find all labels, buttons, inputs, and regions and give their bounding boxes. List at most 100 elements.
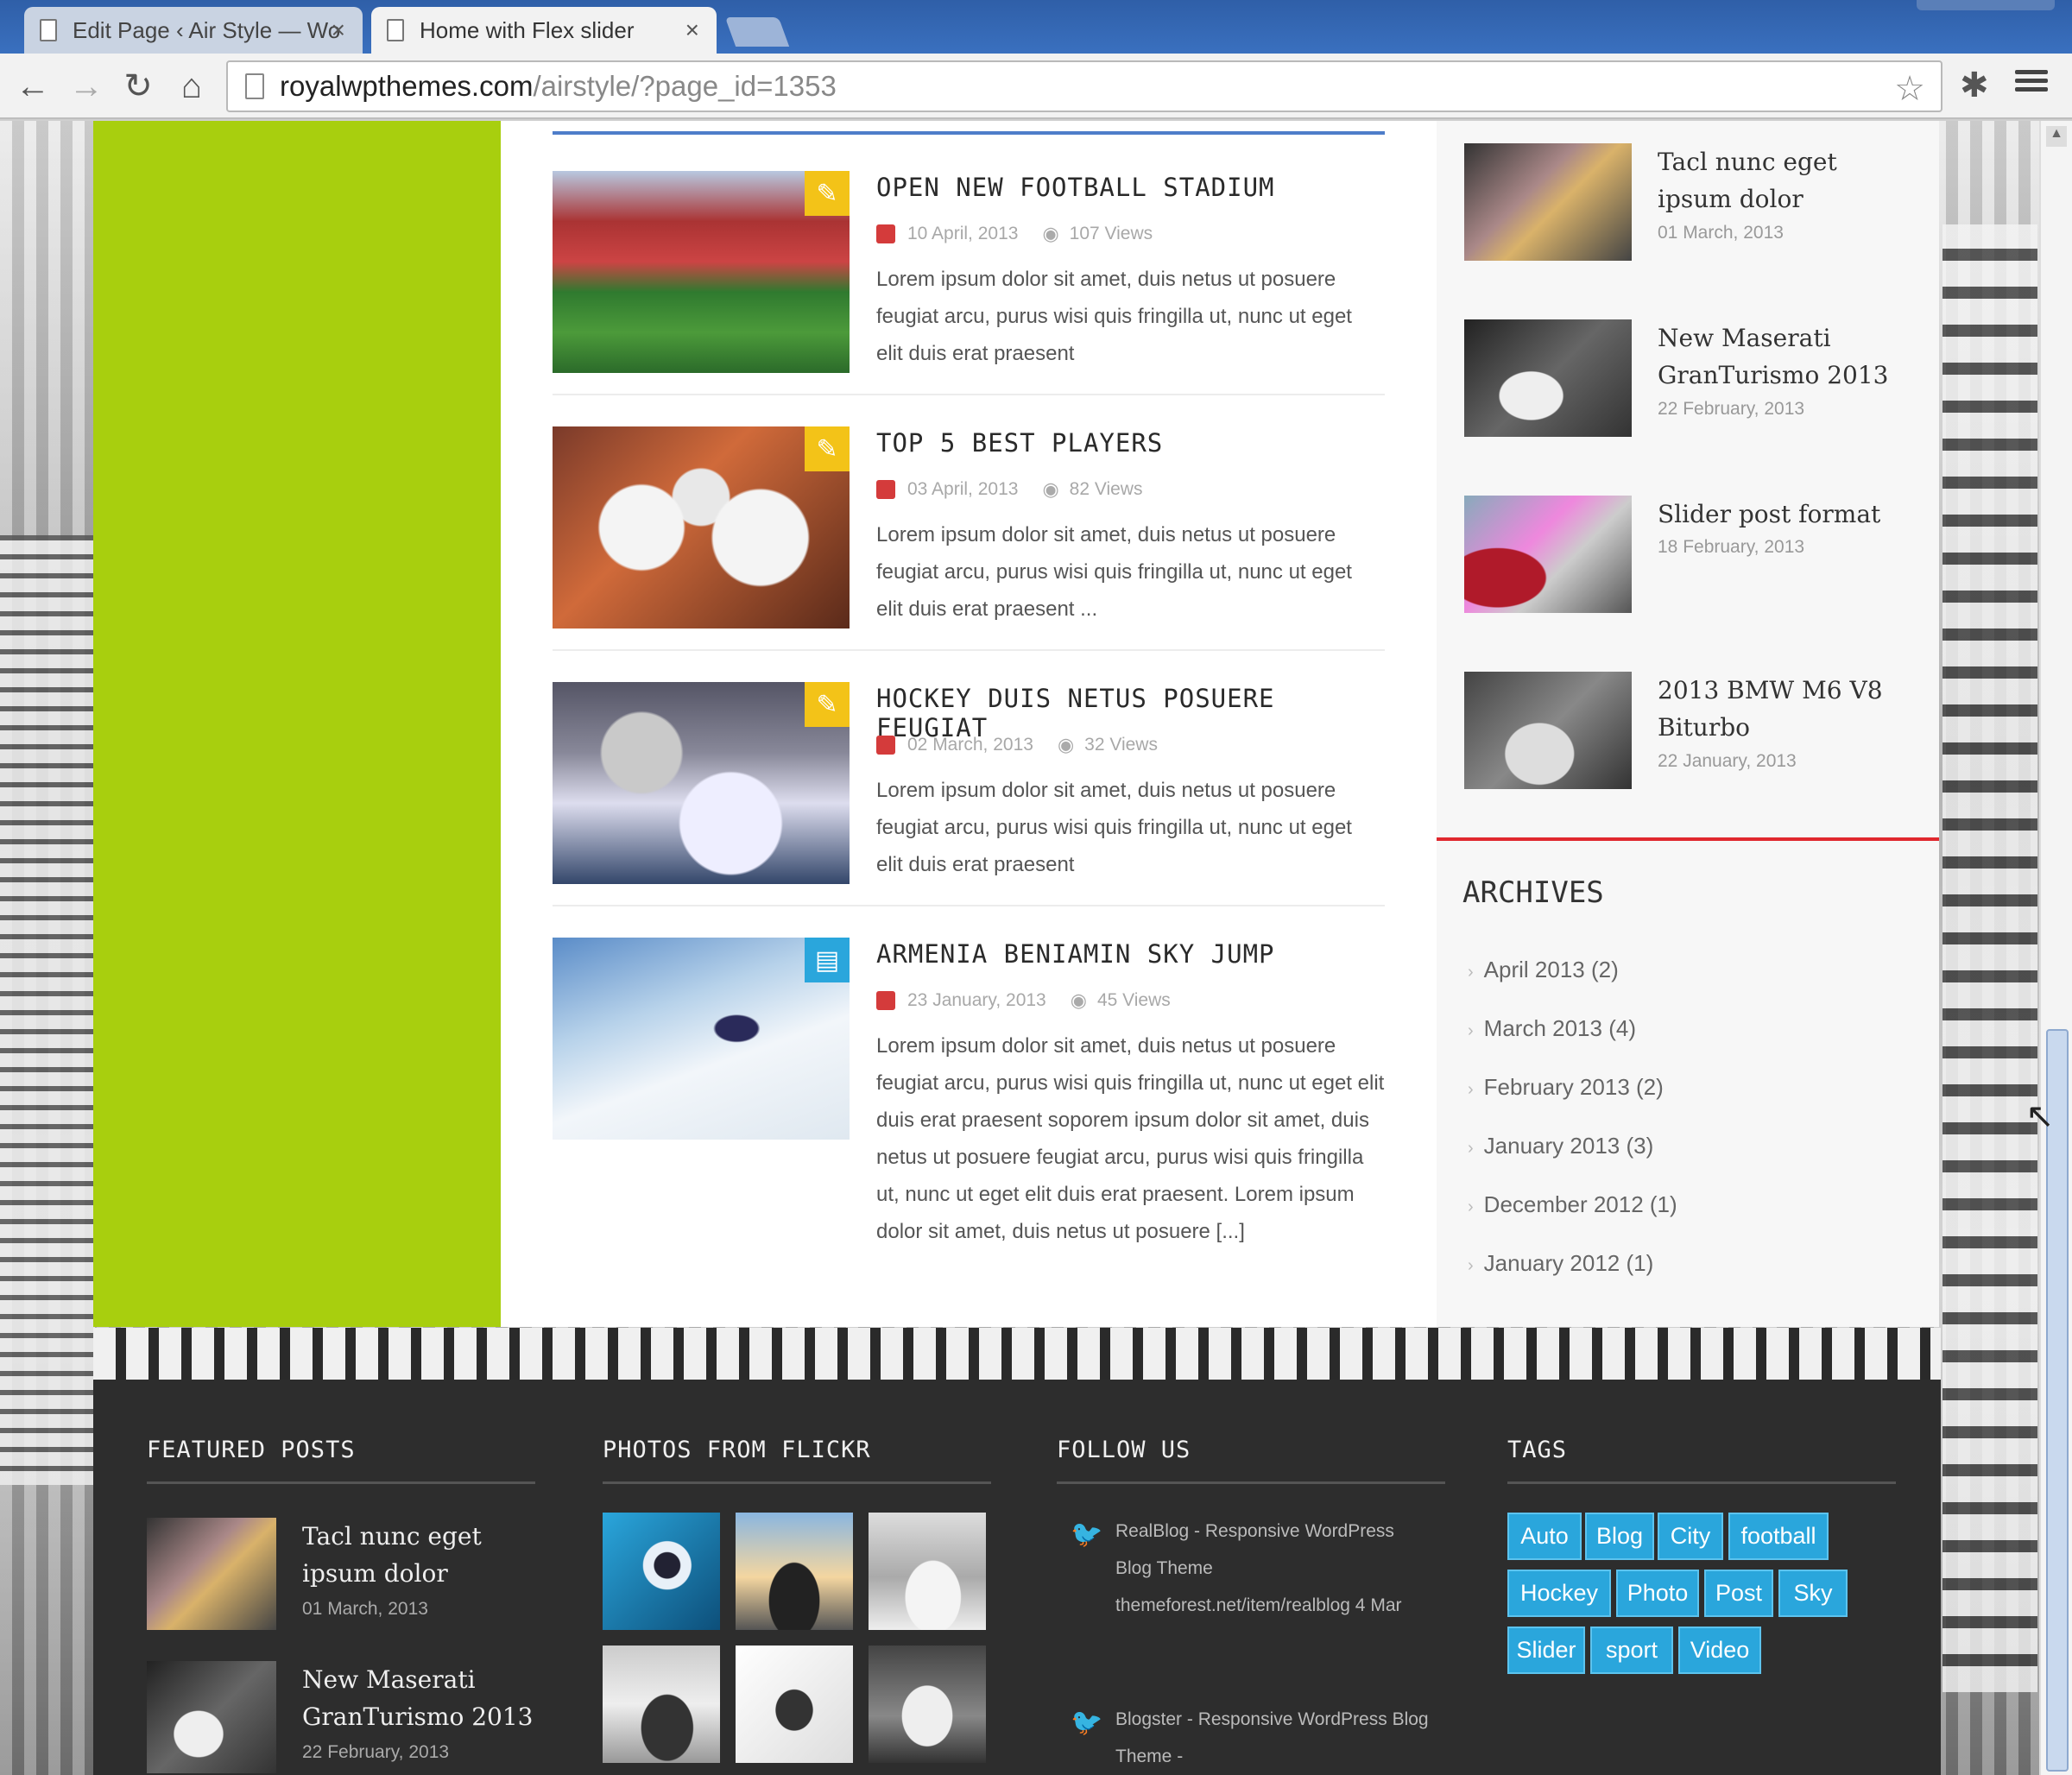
eye-icon: ◉: [1057, 734, 1075, 755]
chevron-right-icon: ›: [1468, 1021, 1474, 1040]
post-meta: 03 April, 2013 ◉ 82 Views: [876, 478, 1142, 501]
sidebar-post-date: 18 February, 2013: [1658, 537, 1805, 557]
tag-hockey[interactable]: Hockey: [1507, 1570, 1611, 1617]
extension-icon[interactable]: ✱: [1960, 66, 1989, 105]
scrollbar-thumb[interactable]: [2046, 1029, 2069, 1772]
flickr-photo[interactable]: [736, 1646, 853, 1763]
archive-link[interactable]: › March 2013 (4): [1468, 1015, 1636, 1042]
tweet: 🐦 RealBlog - Responsive WordPress Blog T…: [1055, 1513, 1435, 1624]
sidebar-thumbnail: [1464, 672, 1632, 789]
sidebar-post-title[interactable]: 2013 BMW M6 V8 Biturbo: [1658, 672, 1917, 746]
post-title[interactable]: OPEN NEW FOOTBALL STADIUM: [876, 173, 1275, 202]
scroll-up-arrow-icon[interactable]: ▲: [2046, 126, 2067, 147]
tab-home-flex-slider[interactable]: Home with Flex slider ×: [371, 7, 717, 54]
post-meta: 02 March, 2013 ◉ 32 Views: [876, 734, 1158, 756]
sidebar-post-title[interactable]: Slider post format: [1658, 496, 1917, 533]
post-thumbnail-hockey[interactable]: ✎: [553, 682, 850, 884]
post-views: 45 Views: [1096, 990, 1171, 1010]
chevron-right-icon: ›: [1468, 1139, 1474, 1158]
tag-photo[interactable]: Photo: [1616, 1570, 1699, 1617]
page-icon: [245, 73, 264, 99]
tweet-text[interactable]: Blogster - Responsive WordPress Blog The…: [1115, 1701, 1435, 1775]
featured-post-title[interactable]: New Maserati GranTurismo 2013: [302, 1661, 544, 1735]
tags-heading: TAGS: [1507, 1437, 1568, 1463]
tag-city[interactable]: City: [1658, 1513, 1723, 1560]
post-thumbnail-skyjump[interactable]: [553, 938, 850, 1140]
new-tab-button[interactable]: [724, 17, 790, 47]
featured-post[interactable]: Tacl nunc eget ipsum dolor 01 March, 201…: [147, 1518, 544, 1639]
post-title[interactable]: TOP 5 BEST PLAYERS: [876, 428, 1163, 458]
page-scrollbar[interactable]: ▲: [2039, 121, 2072, 1775]
sidebar-post[interactable]: Tacl nunc eget ipsum dolor 01 March, 201…: [1464, 143, 1913, 264]
close-tab-icon[interactable]: ×: [332, 16, 345, 44]
eye-icon: ◉: [1042, 223, 1059, 244]
featured-post[interactable]: New Maserati GranTurismo 2013 22 Februar…: [147, 1661, 544, 1775]
post-item: ✎ OPEN NEW FOOTBALL STADIUM 10 April, 20…: [553, 171, 1385, 395]
tag-post[interactable]: Post: [1704, 1570, 1773, 1617]
edit-format-icon: ✎: [805, 682, 850, 727]
flickr-heading: PHOTOS FROM FLICKR: [603, 1437, 871, 1463]
post-thumbnail-players[interactable]: ✎: [553, 426, 850, 629]
tag-sky[interactable]: Sky: [1778, 1570, 1848, 1617]
background-building-right: [1942, 224, 2037, 1692]
post-excerpt: Lorem ipsum dolor sit amet, duis netus u…: [876, 268, 1352, 365]
page-viewport: ✎ OPEN NEW FOOTBALL STADIUM 10 April, 20…: [0, 121, 2072, 1775]
calendar-icon: [876, 480, 895, 499]
browser-menu-icon[interactable]: [2015, 66, 2048, 98]
post-views: 82 Views: [1069, 479, 1143, 499]
sidebar-post-title[interactable]: Tacl nunc eget ipsum dolor: [1658, 143, 1917, 218]
home-icon[interactable]: ⌂: [171, 66, 212, 107]
archive-link[interactable]: › January 2012 (1): [1468, 1250, 1653, 1277]
flickr-photo[interactable]: [603, 1646, 720, 1763]
flickr-photo[interactable]: [869, 1646, 986, 1763]
footer-rule: [603, 1481, 991, 1484]
forward-icon[interactable]: →: [66, 66, 107, 107]
tab-strip: Edit Page ‹ Air Style — Wo × Home with F…: [0, 0, 2072, 54]
footer-rule: [1057, 1481, 1445, 1484]
flickr-photo[interactable]: [869, 1513, 986, 1630]
archive-link[interactable]: › January 2013 (3): [1468, 1133, 1653, 1159]
sidebar-thumbnail: [1464, 143, 1632, 261]
flickr-photo[interactable]: [736, 1513, 853, 1630]
window-controls[interactable]: [1917, 0, 2055, 10]
sidebar-post-date: 01 March, 2013: [1658, 223, 1784, 243]
post-thumbnail-stadium[interactable]: ✎: [553, 171, 850, 373]
archive-link[interactable]: › February 2013 (2): [1468, 1074, 1664, 1101]
tag-football[interactable]: football: [1728, 1513, 1829, 1560]
footer-rule: [147, 1481, 535, 1484]
sidebar-thumbnail: [1464, 319, 1632, 437]
post-title[interactable]: ARMENIA BENIAMIN SKY JUMP: [876, 939, 1275, 969]
twitter-bird-icon: 🐦: [1071, 1709, 1103, 1737]
archive-link[interactable]: › April 2013 (2): [1468, 957, 1619, 983]
tweet: 🐦 Blogster - Responsive WordPress Blog T…: [1055, 1701, 1435, 1775]
post-date: 02 March, 2013: [907, 735, 1033, 755]
tab-edit-page[interactable]: Edit Page ‹ Air Style — Wo ×: [24, 7, 363, 54]
tag-blog[interactable]: Blog: [1585, 1513, 1654, 1560]
tag-slider[interactable]: Slider: [1507, 1627, 1585, 1674]
twitter-bird-icon: 🐦: [1071, 1520, 1103, 1549]
calendar-icon: [876, 224, 895, 243]
post-date: 10 April, 2013: [907, 224, 1019, 243]
sidebar-post-date: 22 January, 2013: [1658, 751, 1797, 771]
sidebar-post[interactable]: New Maserati GranTurismo 2013 22 Februar…: [1464, 319, 1913, 440]
post-excerpt: Lorem ipsum dolor sit amet, duis netus u…: [876, 779, 1352, 876]
sidebar-post[interactable]: Slider post format 18 February, 2013: [1464, 496, 1913, 616]
post-item: ▤ ARMENIA BENIAMIN SKY JUMP 23 January, …: [553, 938, 1385, 1309]
address-bar[interactable]: royalwpthemes.com /airstyle/?page_id=135…: [226, 60, 1942, 112]
close-tab-icon[interactable]: ×: [685, 16, 699, 44]
bookmark-star-icon[interactable]: ☆: [1894, 69, 1925, 109]
flickr-photo[interactable]: [603, 1513, 720, 1630]
archive-link[interactable]: › December 2012 (1): [1468, 1191, 1677, 1218]
post-date: 03 April, 2013: [907, 479, 1019, 499]
reload-icon[interactable]: ↻: [117, 66, 159, 107]
tag-video[interactable]: Video: [1678, 1627, 1761, 1674]
tag-auto[interactable]: Auto: [1507, 1513, 1582, 1560]
sidebar-post[interactable]: 2013 BMW M6 V8 Biturbo 22 January, 2013: [1464, 672, 1913, 793]
back-icon[interactable]: ←: [12, 66, 54, 107]
featured-post-title[interactable]: Tacl nunc eget ipsum dolor: [302, 1518, 544, 1592]
url-host: royalwpthemes.com: [280, 70, 534, 102]
tweet-text[interactable]: RealBlog - Responsive WordPress Blog The…: [1115, 1513, 1435, 1624]
tag-sport[interactable]: sport: [1590, 1627, 1673, 1674]
featured-post-date: 01 March, 2013: [302, 1599, 428, 1619]
sidebar-post-title[interactable]: New Maserati GranTurismo 2013: [1658, 319, 1917, 394]
